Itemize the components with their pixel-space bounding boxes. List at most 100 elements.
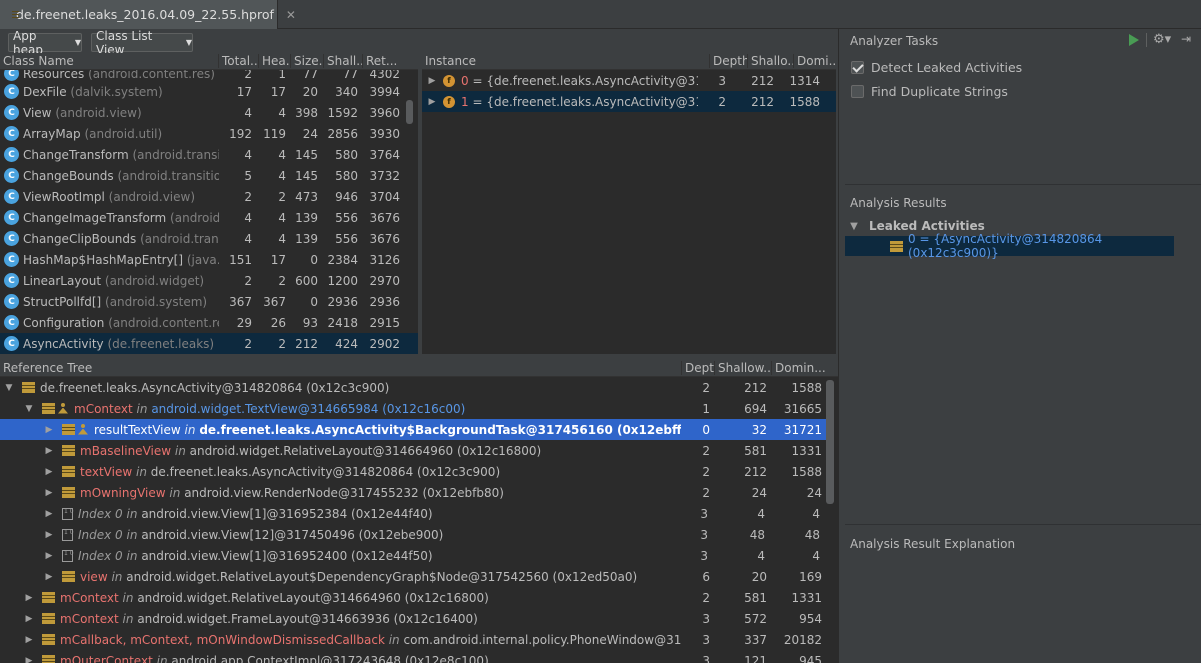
class-name: Resources xyxy=(23,70,85,81)
task-detect-leaked-activities[interactable]: Detect Leaked Activities xyxy=(851,60,1022,75)
col-shallow[interactable]: Shallow... xyxy=(714,361,771,375)
col-shallow[interactable]: Shallo... xyxy=(747,54,793,68)
reference-row[interactable]: ▶ 1 0 Index 0 in android.view.View[1]@3169… xyxy=(0,545,826,566)
col-depth[interactable]: Depth xyxy=(709,54,747,68)
class-shallow-cell: 556 xyxy=(335,210,358,225)
reference-dominating-cell: 20182 xyxy=(783,632,822,647)
reference-row[interactable]: ▶ view in android.widget.RelativeLayout$D… xyxy=(0,566,826,587)
class-row[interactable]: C StructPollfd[] (android.system) 367 367 0 2… xyxy=(0,291,418,312)
instance-row[interactable]: ▶f0 = {de.freenet.leaks.AsyncActivity@31… xyxy=(422,70,836,91)
class-row[interactable]: C ChangeBounds (android.transition) 5 4 145 5… xyxy=(0,165,418,186)
expand-triangle-icon[interactable]: ▶ xyxy=(24,614,34,624)
col-depth[interactable]: Depth xyxy=(681,361,714,375)
col-dominating[interactable]: Domin... xyxy=(771,361,826,375)
run-icon[interactable] xyxy=(1129,34,1139,46)
class-list-scrollbar[interactable] xyxy=(406,100,413,124)
class-size-cell: 77 xyxy=(302,70,318,81)
expand-triangle-icon[interactable]: ▶ xyxy=(24,656,34,663)
expand-triangle-icon[interactable]: ▶ xyxy=(44,572,54,582)
col-size[interactable]: Size... xyxy=(290,54,323,68)
class-list[interactable]: C Resources (android.content.res) 2 1 77 77 43… xyxy=(0,70,418,354)
class-row[interactable]: C ChangeImageTransform (android.t 4 4 139 556… xyxy=(0,207,418,228)
close-tab-icon[interactable]: ✕ xyxy=(286,8,296,22)
reference-row[interactable]: ▶ mBaselineView in android.widget.Relativ… xyxy=(0,440,826,461)
expand-triangle-icon[interactable]: ▶ xyxy=(44,530,54,540)
reference-tree-scrollbar[interactable] xyxy=(826,380,834,504)
settings-icon[interactable]: ⚙▾ xyxy=(1153,32,1171,47)
expand-triangle-icon[interactable]: ▶ xyxy=(24,635,34,645)
reference-row[interactable]: ▼ de.freenet.leaks.AsyncActivity@31482086… xyxy=(0,377,826,398)
field-icon xyxy=(42,403,55,414)
reference-row[interactable]: ▶ textView in de.freenet.leaks.AsyncActiv… xyxy=(0,461,826,482)
class-row[interactable]: C AsyncActivity (de.freenet.leaks) 2 2 212 42… xyxy=(0,333,418,354)
col-total[interactable]: Total... xyxy=(218,54,258,68)
col-instance[interactable]: Instance xyxy=(422,54,709,68)
expand-triangle-icon[interactable]: ▶ xyxy=(24,593,34,603)
reference-field: view xyxy=(80,569,108,584)
results-item[interactable]: 0 = {AsyncActivity@314820864 (0x12c3c900… xyxy=(845,232,1174,260)
reference-row[interactable]: ▶ mContext in android.widget.FrameLayout@… xyxy=(0,608,826,629)
class-row[interactable]: C ArrayMap (android.util) 192 119 24 2856 3930 xyxy=(0,123,418,144)
expand-triangle-icon[interactable]: ▶ xyxy=(425,76,439,86)
view-selector[interactable]: Class List View ▼ xyxy=(91,29,193,57)
class-row[interactable]: C LinearLayout (android.widget) 2 2 600 1200 2… xyxy=(0,270,418,291)
class-shallow-cell: 77 xyxy=(342,70,358,81)
expand-triangle-icon[interactable]: ▶ xyxy=(44,488,54,498)
reference-row[interactable]: ▶ 1 0 Index 0 in android.view.View[1]@3169… xyxy=(0,503,826,524)
collapse-triangle-icon[interactable]: ▼ xyxy=(24,404,34,414)
reference-row[interactable]: ▼ mContext in android.widget.TextView@314… xyxy=(0,398,826,419)
reference-in: in xyxy=(136,464,147,479)
instance-row[interactable]: ▶f1 = {de.freenet.leaks.AsyncActivity@31… xyxy=(422,91,836,112)
checkbox-unchecked-icon[interactable] xyxy=(851,85,864,98)
class-row[interactable]: C DexFile (dalvik.system) 17 17 20 340 3994 xyxy=(0,81,418,102)
reference-in: in xyxy=(174,443,186,458)
reference-dominating-cell: 24 xyxy=(806,485,822,500)
class-package: (android.view) xyxy=(108,189,196,204)
col-dominating[interactable]: Domi... xyxy=(793,54,836,68)
reference-tree[interactable]: ▼ de.freenet.leaks.AsyncActivity@31482086… xyxy=(0,377,838,663)
reference-row[interactable]: ▶ mOwningView in android.view.RenderNode@… xyxy=(0,482,826,503)
reference-row[interactable]: ▶ mCallback, mContext, mOnWindowDismissed… xyxy=(0,629,826,650)
analyzer-tasks-title: Analyzer Tasks xyxy=(850,34,939,48)
class-list-header: Class Name Total... Hea... Size... Shall… xyxy=(0,53,418,70)
expand-triangle-icon[interactable]: ▶ xyxy=(44,446,54,456)
class-row[interactable]: C ChangeClipBounds (android.transit 4 4 139 5… xyxy=(0,228,418,249)
class-row[interactable]: C View (android.view) 4 4 398 1592 3960 xyxy=(0,102,418,123)
reference-row[interactable]: ▶ mContext in android.widget.RelativeLayo… xyxy=(0,587,826,608)
tab-hprof-file[interactable]: de.freenet.leaks_2016.04.09_22.55.hprof … xyxy=(0,0,296,29)
class-retained-cell: 3930 xyxy=(369,126,400,141)
heap-selector[interactable]: App heap ▼ xyxy=(8,29,82,57)
col-shallow[interactable]: Shall... xyxy=(323,54,362,68)
reference-row[interactable]: ▶ 1 0 Index 0 in android.view.View[12]@317… xyxy=(0,524,826,545)
col-reference-tree[interactable]: Reference Tree xyxy=(0,361,681,375)
splitter-right[interactable] xyxy=(838,29,845,663)
instance-list[interactable]: ▶f0 = {de.freenet.leaks.AsyncActivity@31… xyxy=(422,70,836,354)
hide-panel-icon[interactable]: ⇥ xyxy=(1181,32,1191,46)
class-heap-cell: 17 xyxy=(270,252,286,267)
reference-row[interactable]: ▶ resultTextView in de.freenet.leaks.Asyn… xyxy=(0,419,826,440)
col-class-name[interactable]: Class Name xyxy=(0,54,218,68)
class-row[interactable]: C HashMap$HashMapEntry[] (java.ut 151 17 0 23… xyxy=(0,249,418,270)
analysis-results-title: Analysis Results xyxy=(850,196,947,210)
expand-triangle-icon[interactable]: ▶ xyxy=(44,425,54,435)
class-row[interactable]: C Resources (android.content.res) 2 1 77 77 43… xyxy=(0,70,418,81)
reference-row[interactable]: ▶ mOuterContext in android.app.ContextImp… xyxy=(0,650,826,663)
reference-target: android.view.View[12]@317450496 (0x12ebe… xyxy=(141,527,444,542)
reference-in: in xyxy=(156,653,168,663)
expand-triangle-icon[interactable]: ▶ xyxy=(44,509,54,519)
class-retained-cell: 2970 xyxy=(369,273,400,288)
collapse-triangle-icon[interactable]: ▼ xyxy=(4,383,14,393)
expand-triangle-icon[interactable]: ▶ xyxy=(425,97,439,107)
task-find-duplicate-strings[interactable]: Find Duplicate Strings xyxy=(851,84,1008,99)
field-icon xyxy=(42,655,55,663)
class-row[interactable]: C ViewRootImpl (android.view) 2 2 473 946 3704 xyxy=(0,186,418,207)
class-row[interactable]: C ChangeTransform (android.transiti 4 4 145 5… xyxy=(0,144,418,165)
class-row[interactable]: C Configuration (android.content.res) 29 26… xyxy=(0,312,418,333)
class-retained-cell: 3732 xyxy=(369,168,400,183)
col-heap[interactable]: Hea... xyxy=(258,54,290,68)
expand-triangle-icon[interactable]: ▼ xyxy=(849,221,859,232)
checkbox-checked-icon[interactable] xyxy=(851,61,864,74)
col-retained[interactable]: Ret... xyxy=(362,54,404,68)
expand-triangle-icon[interactable]: ▶ xyxy=(44,467,54,477)
expand-triangle-icon[interactable]: ▶ xyxy=(44,551,54,561)
